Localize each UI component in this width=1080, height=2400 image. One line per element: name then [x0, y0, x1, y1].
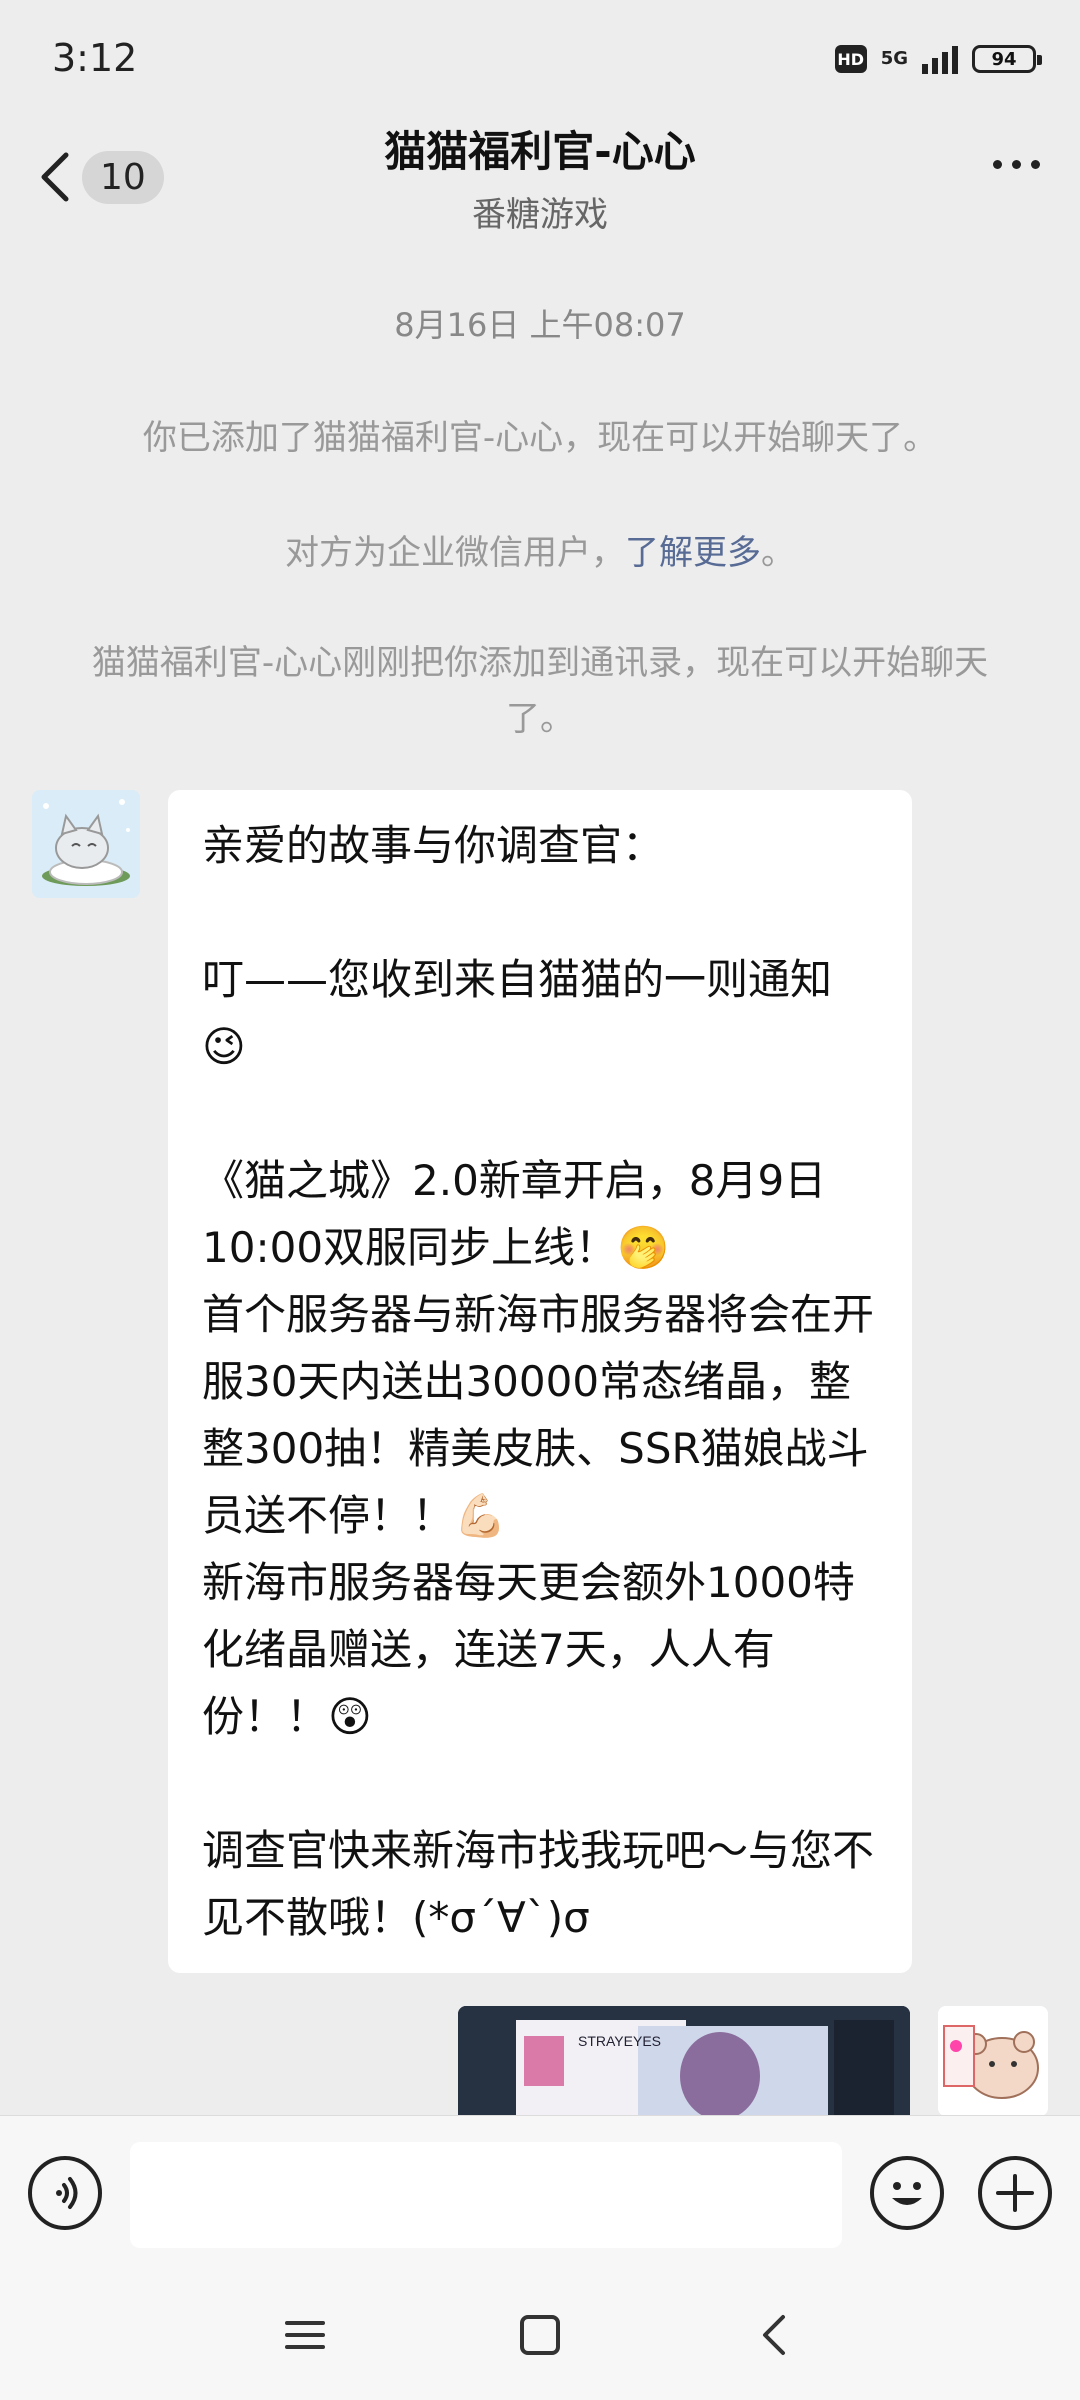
recent-apps-button[interactable] — [275, 2305, 335, 2365]
cat-avatar-icon — [32, 790, 140, 898]
voice-icon — [56, 2177, 78, 2209]
system-message-added: 你已添加了猫猫福利官-心心，现在可以开始聊天了。 — [142, 418, 938, 458]
menu-icon — [285, 2321, 325, 2349]
more-functions-button[interactable] — [978, 2156, 1052, 2230]
system-message-enterprise: 对方为企业微信用户，了解更多。 — [80, 525, 1000, 581]
back-triangle-icon — [763, 2315, 785, 2355]
signal-icon — [922, 44, 958, 74]
chevron-left-icon — [41, 152, 69, 202]
enterprise-suffix: 。 — [761, 533, 795, 573]
hd-icon: HD — [834, 45, 867, 73]
more-dot-icon — [1031, 160, 1040, 169]
image-message[interactable]: STRAYEYES — [458, 2006, 910, 2115]
status-time: 3:12 — [52, 36, 138, 80]
learn-more-link[interactable]: 了解更多 — [625, 533, 761, 573]
battery-icon: 94 — [972, 45, 1042, 73]
home-button[interactable] — [510, 2305, 570, 2365]
system-navigation-bar — [0, 2265, 1080, 2400]
unread-count-badge: 10 — [82, 150, 164, 204]
chat-header: 10 猫猫福利官-心心 番糖游戏 — [0, 110, 1080, 240]
voice-input-button[interactable] — [28, 2156, 102, 2230]
enterprise-text: 对方为企业微信用户， — [285, 533, 625, 573]
input-bar — [0, 2115, 1080, 2266]
message-timestamp: 8月16日 上午08:07 — [394, 306, 686, 344]
smiley-icon — [892, 2182, 922, 2205]
plus-icon — [996, 2174, 1034, 2212]
emoji-button[interactable] — [870, 2156, 944, 2230]
status-bar: 3:12 HD 5G 94 — [0, 0, 1080, 120]
system-back-button[interactable] — [745, 2305, 805, 2365]
back-button[interactable]: 10 — [36, 142, 166, 212]
battery-level: 94 — [991, 48, 1017, 70]
network-label: 5G — [880, 48, 908, 69]
chat-title-block: 猫猫福利官-心心 番糖游戏 — [200, 118, 880, 236]
contact-avatar[interactable] — [32, 790, 140, 898]
chat-title: 猫猫福利官-心心 — [384, 127, 696, 176]
square-home-icon — [520, 2315, 560, 2355]
chat-messages[interactable]: 8月16日 上午08:07 你已添加了猫猫福利官-心心，现在可以开始聊天了。 对… — [0, 240, 1080, 2115]
system-message-contact-added: 猫猫福利官-心心刚刚把你添加到通讯录，现在可以开始聊天了。 — [91, 643, 989, 739]
more-dot-icon — [1012, 160, 1021, 169]
more-dot-icon — [993, 160, 1002, 169]
bear-avatar-icon — [938, 2006, 1048, 2115]
my-avatar[interactable] — [938, 2006, 1048, 2115]
game-screenshot-thumbnail: STRAYEYES — [458, 2006, 910, 2115]
more-options-button[interactable] — [993, 160, 1040, 169]
message-input[interactable] — [130, 2142, 842, 2248]
status-icons: HD 5G 94 — [834, 44, 1042, 74]
message-bubble[interactable]: 亲爱的故事与你调查官： 叮——您收到来自猫猫的一则通知 😉 《猫之城》2.0新章… — [168, 790, 912, 1973]
thumbnail-title: STRAYEYES — [578, 2033, 661, 2049]
chat-subtitle: 番糖游戏 — [472, 195, 608, 235]
